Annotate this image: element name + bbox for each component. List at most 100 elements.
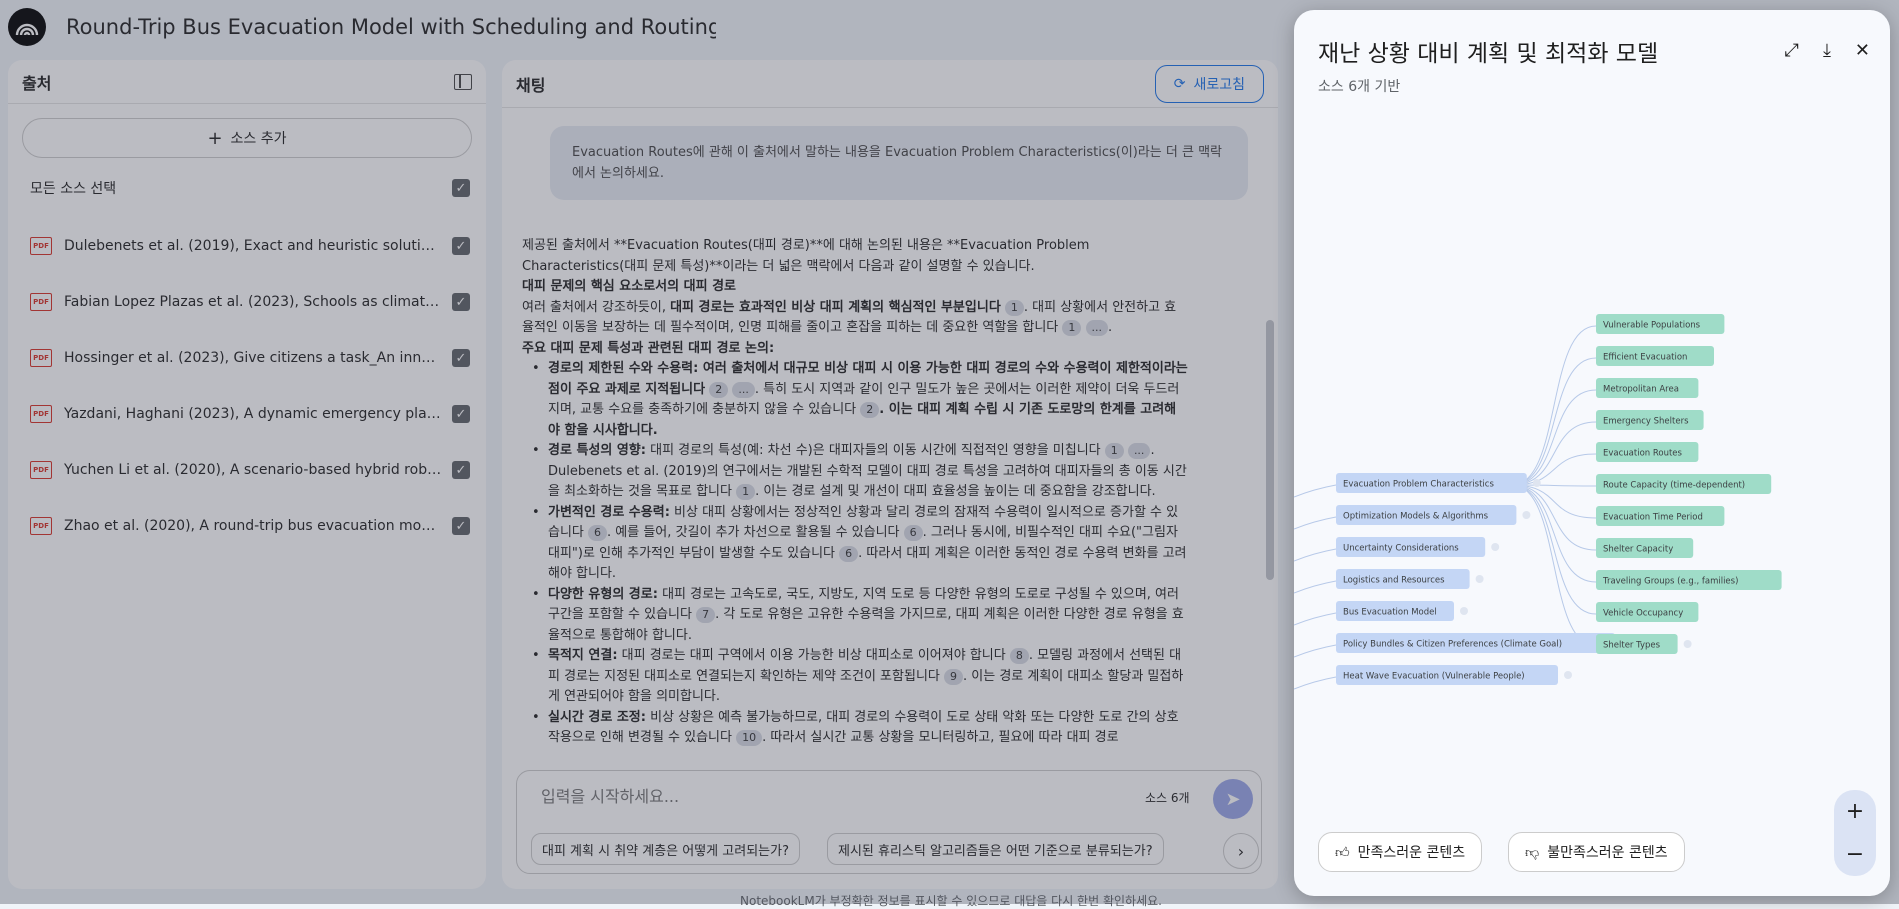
expand-node-icon[interactable] bbox=[1532, 479, 1541, 487]
mindmap-node[interactable]: Efficient Evacuation bbox=[1596, 346, 1714, 366]
source-item[interactable]: PDF Fabian Lopez Plazas et al. (2023), Sc… bbox=[8, 274, 486, 330]
citation-chip[interactable]: 2 bbox=[709, 381, 729, 398]
refresh-button[interactable]: ⟳ 새로고침 bbox=[1154, 64, 1264, 103]
mindmap-node[interactable]: Vehicle Occupancy bbox=[1596, 602, 1699, 622]
mindmap-node-label: Evacuation Time Period bbox=[1603, 513, 1703, 523]
mindmap-node-label: Metropolitan Area bbox=[1603, 385, 1679, 395]
mindmap-node[interactable]: Evacuation Time Period bbox=[1596, 506, 1725, 526]
mindmap-node-label: Route Capacity (time-dependent) bbox=[1603, 481, 1745, 491]
expand-node-icon[interactable] bbox=[1522, 511, 1531, 519]
user-message: Evacuation Routes에 관해 이 출처에서 말하는 내용을 Eva… bbox=[550, 126, 1248, 200]
mindmap-link bbox=[1511, 357, 1597, 486]
chat-scrollbar[interactable] bbox=[1266, 320, 1274, 580]
mindmap-node[interactable]: Evacuation Routes bbox=[1596, 442, 1699, 462]
mindmap-node-label: Vulnerable Populations bbox=[1603, 321, 1701, 331]
mindmap-node-label: Vehicle Occupancy bbox=[1603, 609, 1683, 619]
citation-more-chip[interactable]: ... bbox=[1085, 320, 1109, 336]
expand-node-icon[interactable] bbox=[1683, 640, 1692, 648]
answer-bullets: 경로의 제한된 수와 수용력: 여러 출처에서 대규모 비상 대피 시 이용 가… bbox=[532, 359, 1188, 749]
chat-input[interactable] bbox=[541, 785, 1041, 807]
mindmap-link bbox=[1511, 484, 1597, 615]
add-source-button[interactable]: + 소스 추가 bbox=[22, 118, 472, 158]
select-all-checkbox[interactable]: ✓ bbox=[452, 179, 470, 197]
citation-chip[interactable]: 10 bbox=[736, 730, 763, 746]
citation-more-chip[interactable]: ... bbox=[1127, 443, 1151, 459]
expand-node-icon[interactable] bbox=[1475, 575, 1484, 583]
source-item[interactable]: PDF Dulebenets et al. (2019), Exact and h… bbox=[8, 218, 486, 274]
citation-chip[interactable]: 1 bbox=[1004, 299, 1024, 316]
mindmap-link bbox=[1294, 612, 1337, 626]
mindmap-node[interactable]: Uncertainty Considerations bbox=[1336, 537, 1500, 557]
citation-chip[interactable]: 7 bbox=[696, 607, 716, 623]
mindmap-node[interactable]: Metropolitan Area bbox=[1596, 378, 1699, 398]
mindmap-node[interactable]: Optimization Models & Algorithms bbox=[1336, 505, 1531, 525]
next-suggestions-button[interactable]: › bbox=[1223, 833, 1259, 869]
mindmap-node[interactable]: Logistics and Resources bbox=[1336, 569, 1484, 589]
refresh-label: 새로고침 bbox=[1193, 76, 1245, 93]
source-item[interactable]: PDF Zhao et al. (2020), A round-trip bus … bbox=[8, 498, 486, 554]
send-button[interactable]: ➤ bbox=[1213, 779, 1253, 819]
mindmap-link bbox=[1294, 580, 1337, 594]
citation-more-chip[interactable]: ... bbox=[732, 381, 755, 398]
citation-chip[interactable]: 9 bbox=[944, 668, 963, 685]
citation-chip[interactable]: 8 bbox=[1009, 648, 1029, 664]
answer-heading-1: 대피 문제의 핵심 요소로서의 대피 경로 bbox=[522, 279, 736, 294]
mindmap-link bbox=[1294, 676, 1337, 690]
notebooklm-logo-icon[interactable] bbox=[8, 8, 46, 46]
text-bold: 가변적인 경로 수용력: bbox=[548, 504, 670, 520]
citation-chip[interactable]: 6 bbox=[839, 545, 859, 562]
source-checkbox[interactable]: ✓ bbox=[452, 461, 470, 479]
source-item[interactable]: PDF Yazdani, Haghani (2023), A dynamic em… bbox=[8, 386, 486, 442]
expand-node-icon[interactable] bbox=[1460, 607, 1468, 615]
mindmap-node[interactable]: Evacuation Problem Characteristics bbox=[1336, 473, 1541, 493]
pdf-icon: PDF bbox=[30, 517, 52, 535]
chat-panel: 채팅 ⟳ 새로고침 Evacuation Routes에 관해 이 출처에서 말… bbox=[502, 60, 1278, 889]
source-item[interactable]: PDF Hossinger et al. (2023), Give citizen… bbox=[8, 330, 486, 386]
mindmap-node[interactable]: Route Capacity (time-dependent) bbox=[1596, 474, 1772, 494]
pdf-icon: PDF bbox=[30, 461, 52, 479]
like-button[interactable]: 👍︎ 만족스러운 콘텐츠 bbox=[1318, 832, 1483, 872]
pdf-icon: PDF bbox=[30, 405, 52, 423]
mindmap-node[interactable]: Traveling Groups (e.g., families) bbox=[1596, 570, 1782, 590]
citation-chip[interactable]: 1 bbox=[736, 484, 756, 500]
panel-toggle-icon[interactable] bbox=[454, 73, 472, 90]
notebook-title[interactable]: Round-Trip Bus Evacuation Model with Sch… bbox=[66, 15, 716, 39]
mindmap-node[interactable]: Heat Wave Evacuation (Vulnerable People) bbox=[1336, 665, 1572, 685]
citation-chip[interactable]: 1 bbox=[1104, 443, 1124, 459]
zoom-out-button[interactable]: − bbox=[1846, 842, 1864, 867]
source-checkbox[interactable]: ✓ bbox=[452, 237, 470, 255]
text: 대피 경로의 특성(예: 차선 수)은 대피자들의 이동 시간에 직접적인 영향… bbox=[645, 443, 1101, 458]
citation-chip[interactable]: 6 bbox=[588, 525, 608, 541]
citation-chip[interactable]: 6 bbox=[903, 525, 923, 541]
mindmap-node-label: Shelter Types bbox=[1603, 641, 1661, 651]
expand-node-icon[interactable] bbox=[1491, 543, 1500, 551]
source-checkbox[interactable]: ✓ bbox=[452, 405, 470, 423]
source-checkbox[interactable]: ✓ bbox=[452, 293, 470, 311]
dislike-button[interactable]: 👎︎ 불만족스러운 콘텐츠 bbox=[1508, 832, 1685, 872]
zoom-controls: + − bbox=[1834, 790, 1876, 876]
pdf-icon: PDF bbox=[30, 293, 52, 311]
citation-chip[interactable]: 2 bbox=[860, 402, 880, 418]
chat-title: 채팅 bbox=[516, 75, 546, 95]
list-item: 다양한 유형의 경로: 대피 경로는 고속도로, 국도, 지방도, 지역 도로 … bbox=[532, 585, 1188, 647]
mindmap-node[interactable]: Shelter Types bbox=[1596, 634, 1692, 654]
source-checkbox[interactable]: ✓ bbox=[452, 349, 470, 367]
select-all-row[interactable]: 모든 소스 선택 ✓ bbox=[8, 158, 486, 218]
add-source-label: 소스 추가 bbox=[230, 131, 287, 147]
suggestion-chip-1[interactable]: 대피 계획 시 취약 계층은 어떻게 고려되는가? bbox=[531, 833, 800, 865]
mindmap-canvas[interactable]: Evacuation Problem Characteristics Optimi… bbox=[1294, 10, 1890, 810]
mindmap-node[interactable]: Policy Bundles & Citizen Preferences (Cl… bbox=[1336, 633, 1630, 653]
answer-paragraph-1: 여러 출처에서 강조하듯이, 대피 경로는 효과적인 비상 대피 계획의 핵심적… bbox=[522, 299, 1177, 336]
sources-title: 출처 bbox=[22, 73, 52, 93]
citation-chip[interactable]: 1 bbox=[1062, 320, 1082, 336]
source-item[interactable]: PDF Yuchen Li et al. (2020), A scenario-b… bbox=[8, 442, 486, 498]
zoom-in-button[interactable]: + bbox=[1846, 799, 1864, 824]
mindmap-node[interactable]: Emergency Shelters bbox=[1596, 410, 1704, 430]
mindmap-node[interactable]: Vulnerable Populations bbox=[1596, 314, 1725, 334]
expand-node-icon[interactable] bbox=[1564, 671, 1572, 679]
mindmap-node[interactable]: Shelter Capacity bbox=[1596, 538, 1694, 558]
source-checkbox[interactable]: ✓ bbox=[452, 517, 470, 535]
mindmap-node[interactable]: Bus Evacuation Model bbox=[1336, 601, 1468, 621]
suggestion-chip-2[interactable]: 제시된 휴리스틱 알고리즘들은 어떤 기준으로 분류되는가? bbox=[827, 833, 1164, 865]
select-all-label: 모든 소스 선택 bbox=[30, 181, 117, 197]
